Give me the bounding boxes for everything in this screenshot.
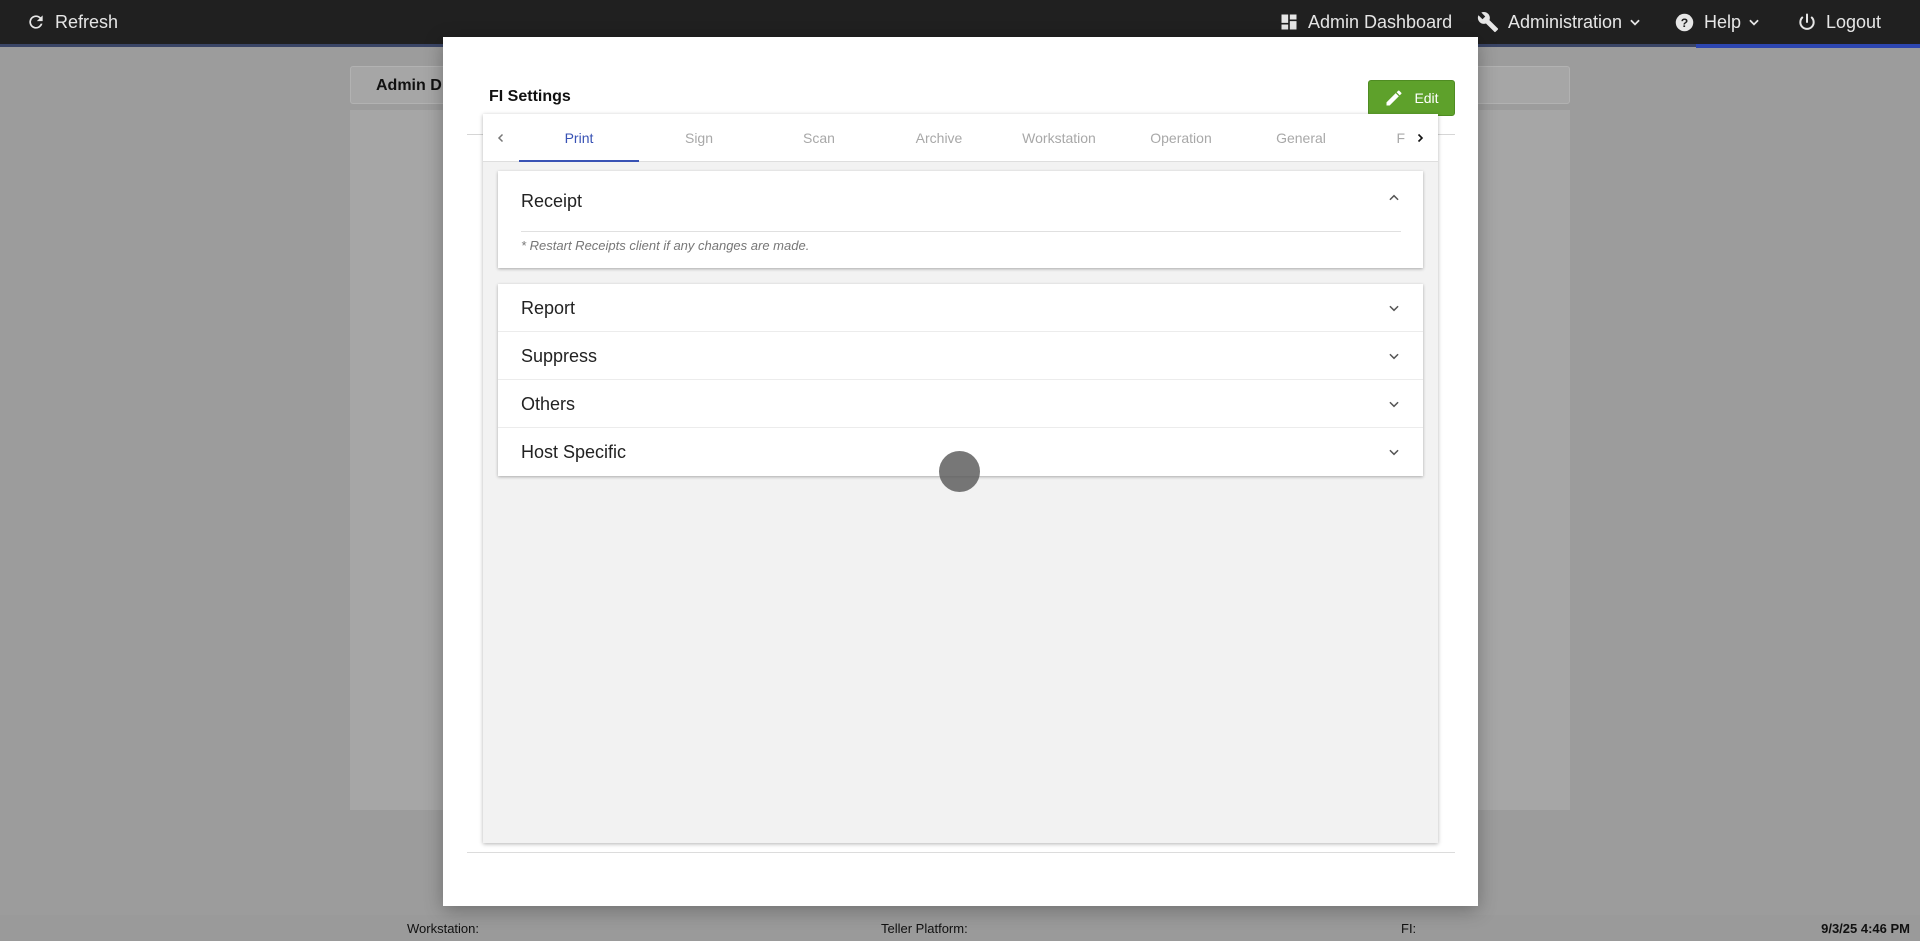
tab-scan[interactable]: Scan	[759, 114, 879, 162]
receipt-panel-header[interactable]: Receipt	[521, 191, 582, 212]
chevron-left-icon	[497, 133, 504, 143]
settings-tabs: Print Sign Scan Archive Workstation Oper…	[483, 114, 1438, 162]
panel-divider	[521, 231, 1401, 232]
workstation-label: Workstation:	[407, 921, 480, 936]
svg-text:?: ?	[1681, 15, 1688, 29]
logout-button[interactable]: Logout	[1797, 0, 1881, 44]
report-panel-title: Report	[521, 298, 576, 318]
collapsed-panels: Report Suppress Others Host Specific	[498, 284, 1423, 476]
tab-sign[interactable]: Sign	[639, 114, 759, 162]
help-icon: ?	[1675, 13, 1694, 31]
tab-operation[interactable]: Operation	[1121, 114, 1241, 162]
receipt-panel: Receipt * Restart Receipts client if any…	[498, 171, 1423, 268]
wrench-icon	[1477, 12, 1499, 33]
chevron-down-icon	[1389, 401, 1399, 408]
teller-platform-label: Teller Platform:	[881, 921, 968, 936]
refresh-button[interactable]: Refresh	[26, 0, 118, 44]
dialog-footer-divider	[467, 852, 1455, 853]
chevron-up-icon[interactable]	[1387, 191, 1401, 205]
others-panel-title: Others	[521, 394, 576, 414]
suppress-panel-title: Suppress	[521, 346, 598, 366]
chevron-down-icon	[1630, 19, 1640, 26]
datetime-label: 9/3/25 4:46 PM	[1821, 921, 1910, 936]
chevron-down-icon	[1389, 305, 1399, 312]
chevron-down-icon	[1749, 19, 1759, 26]
chevron-down-icon	[1389, 449, 1399, 456]
logout-label: Logout	[1826, 11, 1882, 32]
report-panel-header[interactable]: Report	[498, 284, 1423, 332]
tab-workstation[interactable]: Workstation	[999, 114, 1119, 162]
power-icon	[1799, 13, 1815, 30]
refresh-label: Refresh	[55, 11, 119, 32]
edit-label: Edit	[1414, 90, 1439, 106]
tab-print[interactable]: Print	[519, 114, 639, 162]
help-menu[interactable]: ? Help	[1674, 0, 1761, 44]
edit-button[interactable]: Edit	[1368, 80, 1455, 116]
chevron-right-icon	[1417, 133, 1424, 143]
pencil-icon	[1386, 90, 1402, 106]
receipt-restart-note: * Restart Receipts client if any changes…	[521, 238, 810, 253]
help-label: Help	[1704, 11, 1742, 32]
dashboard-icon	[1281, 14, 1297, 30]
dialog-title: FI Settings	[489, 88, 571, 105]
tab-partial[interactable]: F	[1341, 114, 1405, 162]
status-bar: Workstation: Teller Platform: FI: 9/3/25…	[0, 915, 1920, 941]
mouse-cursor-indicator	[939, 451, 980, 492]
tabs-scroll-left[interactable]	[483, 114, 519, 162]
chevron-down-icon	[1389, 353, 1399, 360]
host-specific-panel-title: Host Specific	[521, 442, 627, 462]
administration-menu[interactable]: Administration	[1477, 0, 1642, 44]
tab-archive[interactable]: Archive	[879, 114, 999, 162]
topbar-active-indicator	[1696, 44, 1920, 48]
admin-dashboard-label: Admin Dashboard	[1308, 11, 1453, 32]
administration-label: Administration	[1508, 11, 1623, 32]
active-tab-indicator	[519, 160, 639, 162]
background-tab-label: Admin D	[376, 77, 442, 94]
suppress-panel-header[interactable]: Suppress	[498, 332, 1423, 380]
refresh-icon	[29, 15, 43, 29]
others-panel-header[interactable]: Others	[498, 380, 1423, 428]
tabs-scroll-right[interactable]	[1402, 114, 1438, 162]
fi-label: FI:	[1401, 921, 1417, 936]
